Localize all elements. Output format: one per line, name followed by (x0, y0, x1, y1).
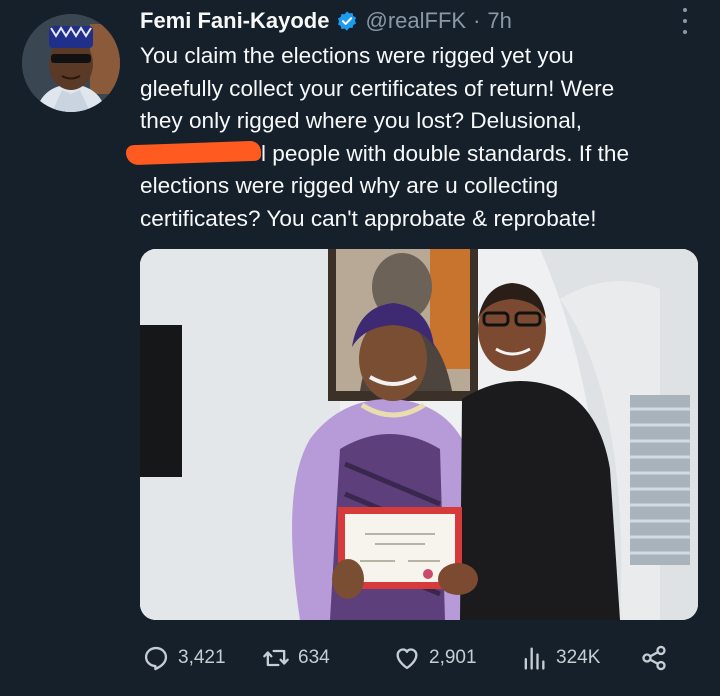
views-count: 324K (556, 647, 601, 668)
avatar-image (22, 14, 120, 112)
retweet-button[interactable]: 634 (262, 640, 330, 676)
views-button[interactable]: 324K (520, 640, 600, 676)
views-chart-icon (524, 647, 545, 670)
reply-count: 3,421 (178, 647, 226, 668)
tweet-text: You claim the elections were rigged yet … (125, 40, 700, 235)
tweet-text-line: gleefully collect your certificates of r… (140, 75, 615, 101)
reply-button[interactable]: 3,421 (142, 640, 226, 676)
tweet-text-line: You claim the elections were rigged yet … (140, 43, 574, 68)
redaction-mark (125, 140, 262, 165)
like-button[interactable]: 2,901 (393, 640, 477, 676)
tweet-text-line: elections were rigged why are u collecti… (140, 173, 559, 198)
tweet-header: Femi Fani-Kayode @realFFK · 7h (140, 6, 660, 36)
author-display-name[interactable]: Femi Fani-Kayode (140, 8, 329, 34)
tweet[interactable]: Femi Fani-Kayode @realFFK · 7h You claim… (0, 0, 720, 696)
author-avatar[interactable] (22, 14, 120, 112)
tweet-text-line: they only rigged where you lost? Delusio… (140, 108, 583, 133)
tweet-actions: 3,421 634 2,901 324K (140, 640, 700, 676)
tweet-photo[interactable] (140, 249, 698, 620)
photo-image (140, 249, 698, 620)
like-count: 2,901 (429, 647, 477, 668)
tweet-text-line: certificates? You can't approbate & repr… (140, 205, 597, 231)
tweet-text-line-redacted: l people with double standards. If the (125, 138, 700, 171)
more-options-icon[interactable] (680, 8, 690, 34)
retweet-count: 634 (298, 647, 330, 668)
reply-icon (144, 646, 168, 671)
retweet-icon (263, 649, 289, 667)
tweet-text-line: l people with double standards. If the (261, 140, 630, 166)
heart-icon (396, 648, 418, 670)
verified-badge-icon (336, 10, 358, 32)
tweet-timestamp[interactable]: 7h (487, 8, 511, 34)
author-handle[interactable]: @realFFK (365, 8, 466, 34)
header-separator: · (473, 8, 481, 33)
share-icon (642, 645, 666, 671)
share-button[interactable] (640, 640, 668, 676)
